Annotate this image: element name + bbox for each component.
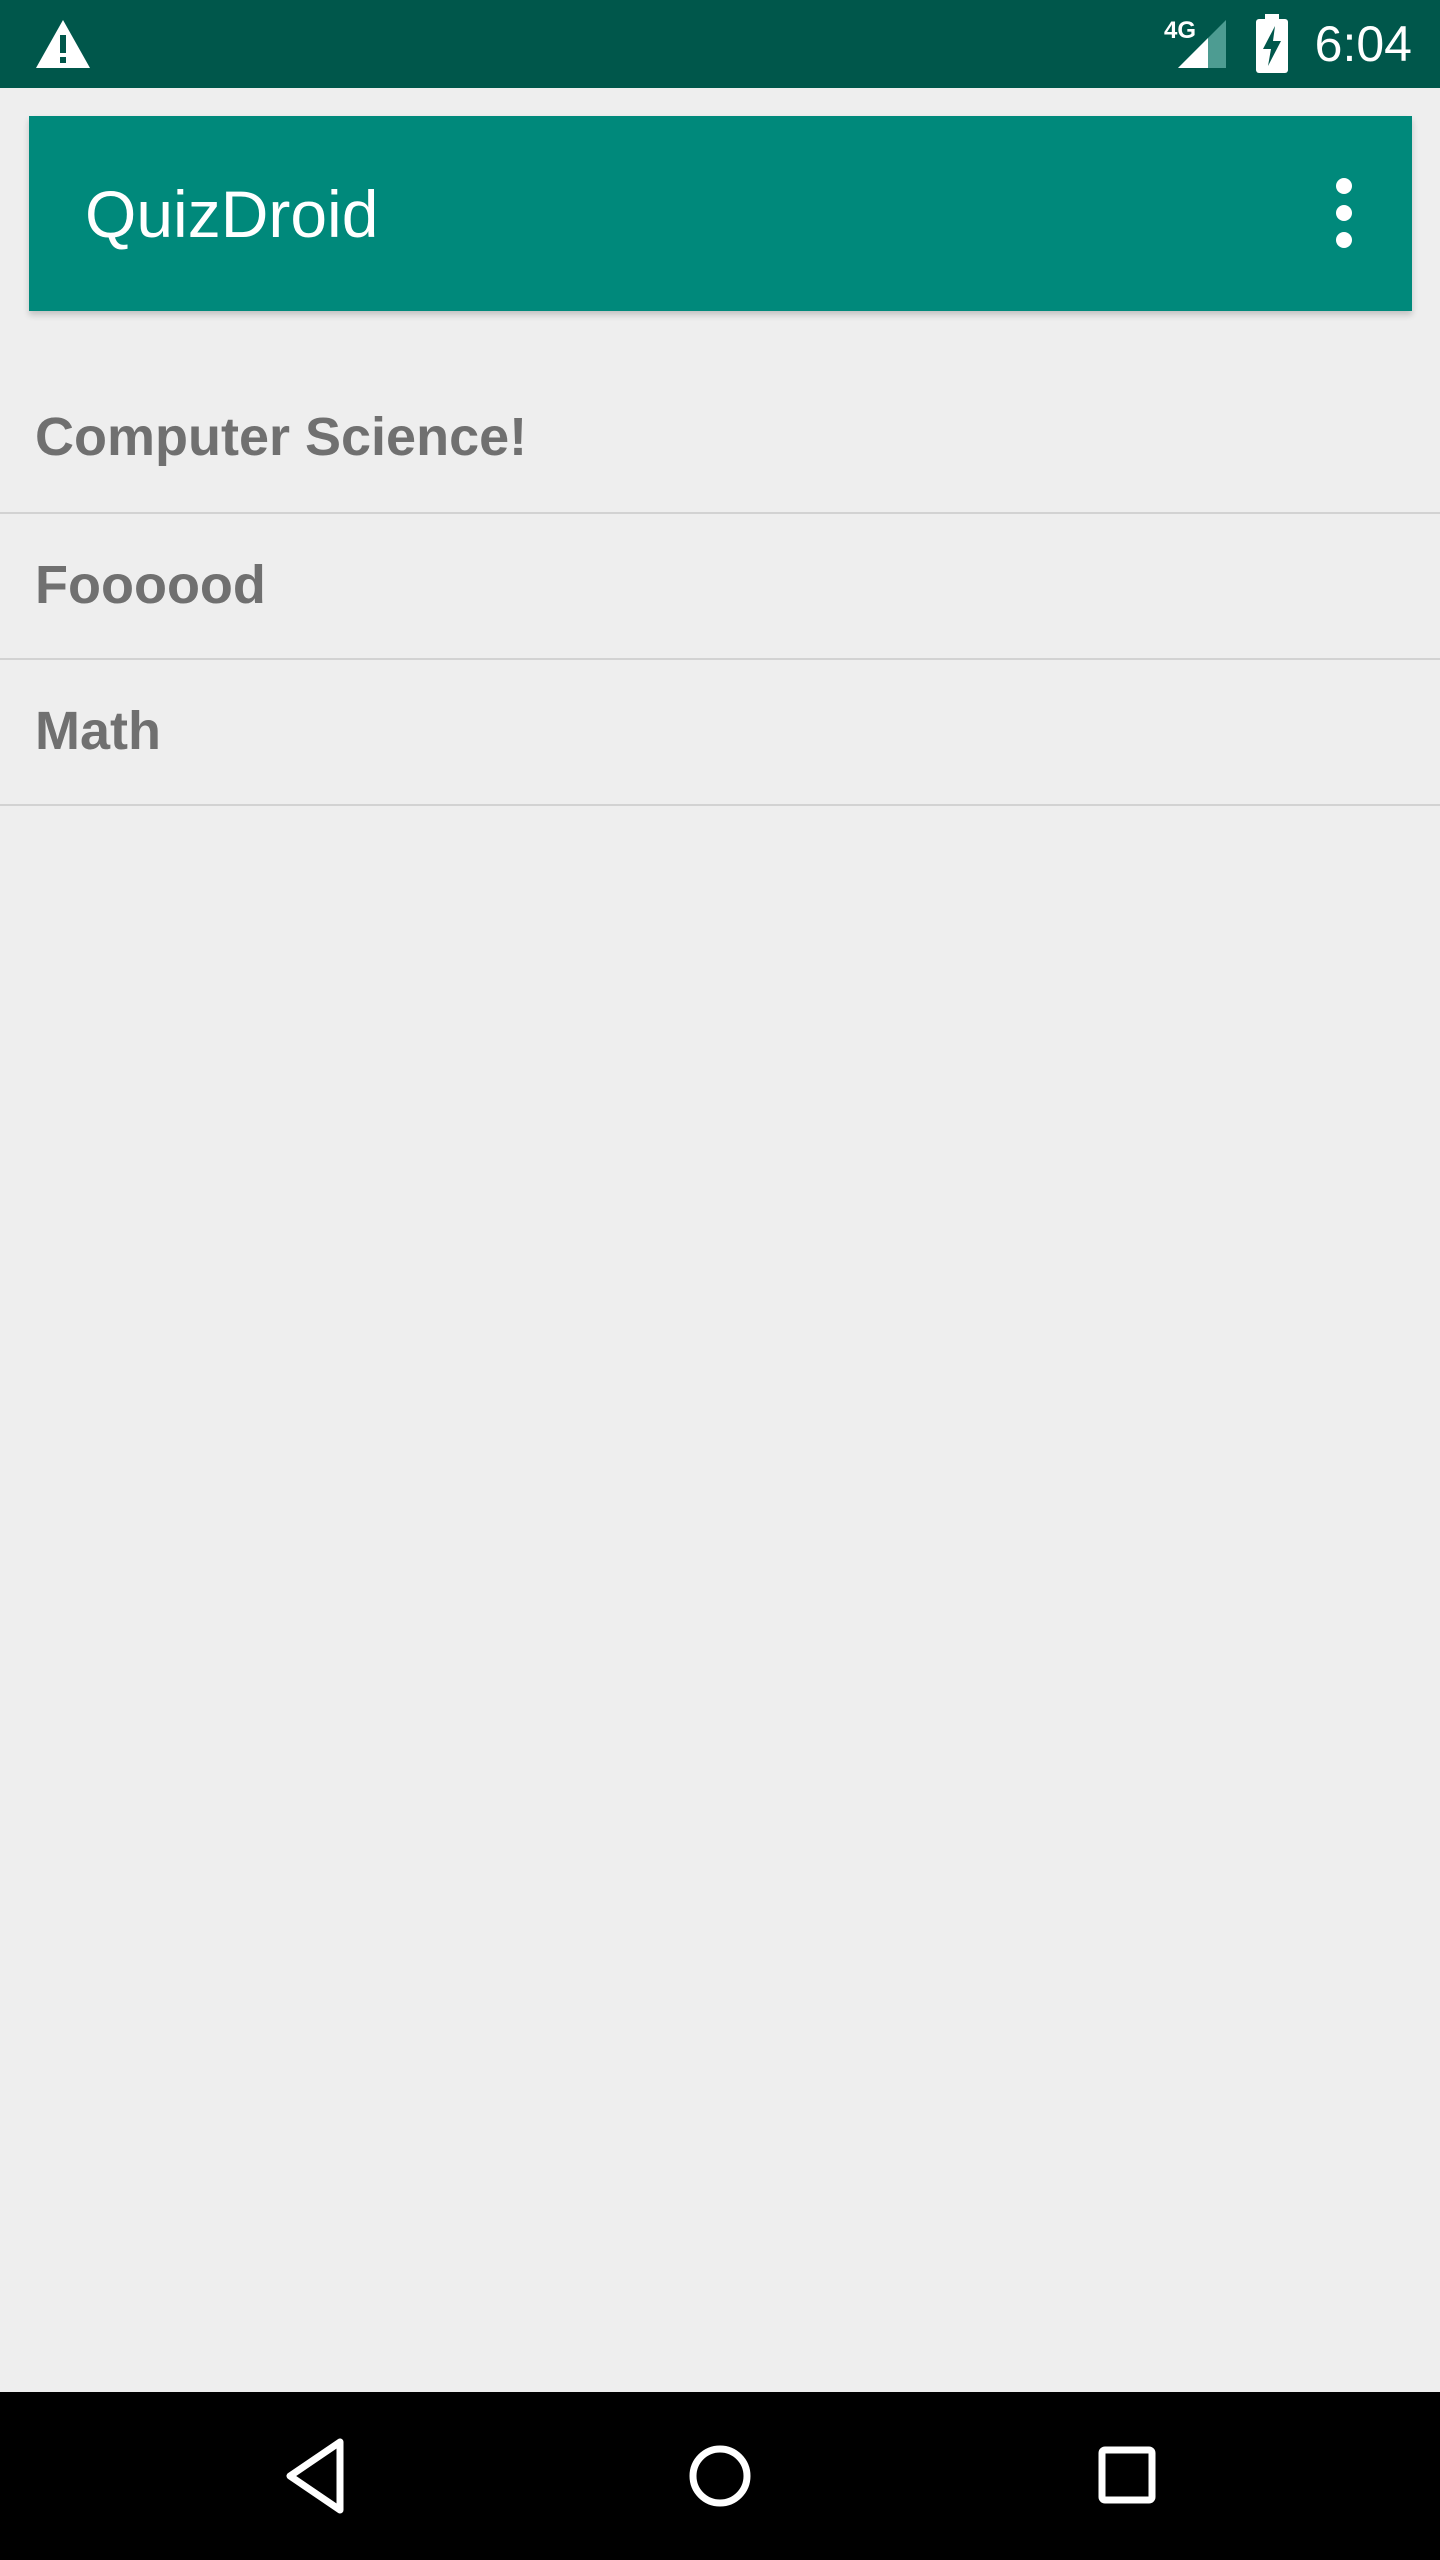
home-icon[interactable] xyxy=(684,2436,756,2516)
list-item[interactable]: Math xyxy=(0,660,1440,806)
recents-icon[interactable] xyxy=(1090,2438,1162,2514)
battery-charging-icon xyxy=(1256,14,1288,73)
list-item-label: Foooood xyxy=(35,555,266,615)
list-item-label: Math xyxy=(35,701,161,761)
list-item-label: Computer Science! xyxy=(35,407,528,467)
status-bar: 4G 6:04 xyxy=(0,0,1440,88)
list-item[interactable]: Computer Science! xyxy=(0,366,1440,514)
status-time: 6:04 xyxy=(1314,16,1412,72)
overflow-menu-button[interactable] xyxy=(1314,168,1374,258)
list-item[interactable]: Foooood xyxy=(0,514,1440,660)
app-title: QuizDroid xyxy=(85,177,379,251)
quiz-topic-list: Computer Science! Foooood Math xyxy=(0,366,1440,806)
network-signal-icon xyxy=(1178,20,1226,68)
warning-icon xyxy=(36,20,90,68)
app-bar: QuizDroid xyxy=(29,116,1412,311)
more-vert-icon xyxy=(1336,178,1352,248)
navigation-bar xyxy=(0,2392,1440,2560)
back-icon[interactable] xyxy=(280,2434,352,2518)
